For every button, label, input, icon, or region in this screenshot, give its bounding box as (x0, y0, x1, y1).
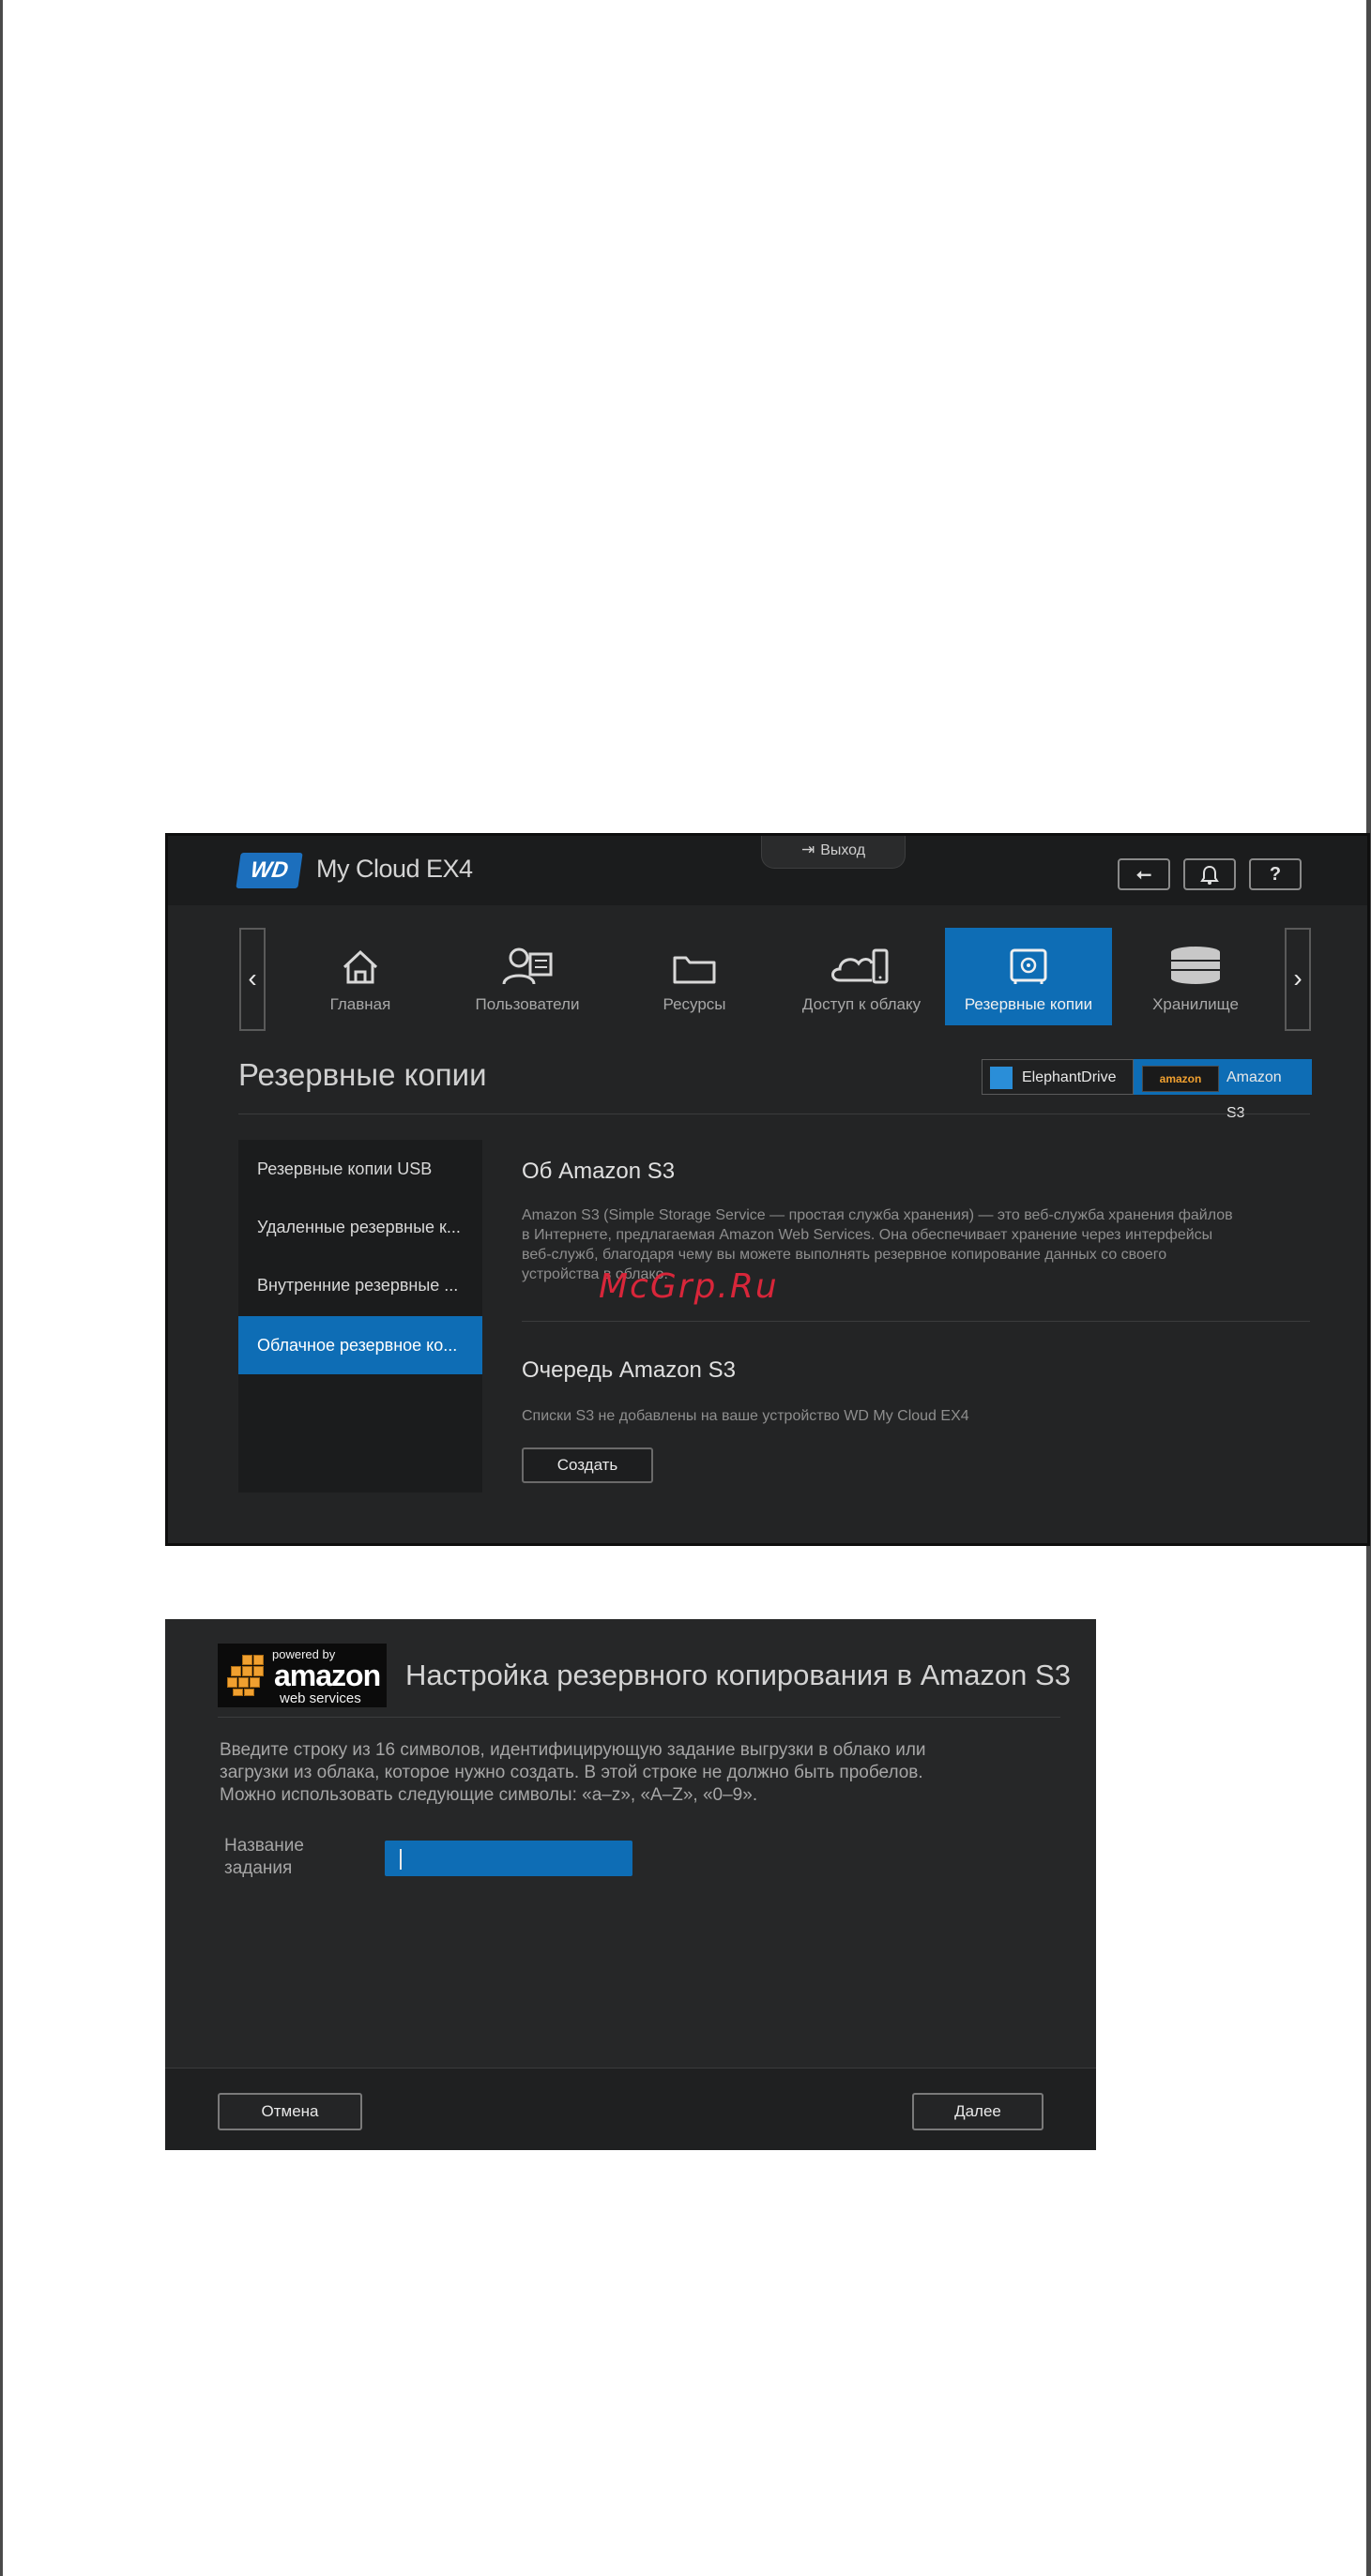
instruction-line: загрузки из облака, которое нужно создат… (220, 1763, 923, 1782)
nav-label-cloud-access: Доступ к облаку (801, 995, 922, 1013)
top-bar: WD My Cloud EX4 ⇥ Выход ⭠ ? (168, 836, 1367, 905)
job-name-input[interactable] (385, 1841, 632, 1876)
usb-button[interactable]: ⭠ (1118, 858, 1170, 890)
cloud-device-icon (831, 948, 889, 984)
nav-prev-button[interactable]: ‹ (239, 928, 266, 1031)
nav-item-cloud-access[interactable]: Доступ к облаку (778, 928, 945, 1025)
app-title: My Cloud EX4 (316, 855, 473, 883)
nav-label-backups: Резервные копии (964, 995, 1093, 1013)
cancel-button[interactable]: Отмена (218, 2093, 362, 2130)
next-button[interactable]: Далее (912, 2093, 1043, 2130)
logout-icon: ⇥ (800, 841, 815, 858)
usb-icon: ⭠ (1136, 864, 1151, 885)
help-icon: ? (1269, 864, 1282, 885)
watermark: McGrp.Ru (599, 1267, 779, 1306)
about-line: Amazon S3 (Simple Storage Service — прос… (522, 1207, 1233, 1223)
aws-amazon-wordmark: amazon (274, 1659, 381, 1692)
side-menu-internal-backups[interactable]: Внутренние резервные ... (238, 1256, 482, 1314)
divider (218, 1717, 1060, 1718)
about-line: в Интернете, предлагаемая Amazon Web Ser… (522, 1227, 1213, 1243)
storage-stack-icon (1171, 947, 1220, 984)
side-menu-cloud-backups[interactable]: Облачное резервное ко... (238, 1316, 482, 1374)
nav-item-shares[interactable]: Ресурсы (611, 928, 778, 1025)
aws-logo: powered by amazon web services (218, 1644, 387, 1707)
tab-elephantdrive[interactable]: ElephantDrive (982, 1059, 1134, 1095)
nav-label-home: Главная (329, 995, 391, 1013)
nav-label-storage: Хранилище (1152, 995, 1239, 1013)
amazon-s3-setup-dialog: powered by amazon web services Настройка… (165, 1619, 1096, 2150)
about-heading: Об Amazon S3 (522, 1159, 676, 1184)
dialog-footer: Отмена Далее (165, 2068, 1096, 2150)
aws-cubes-icon (227, 1655, 267, 1696)
nav-item-storage[interactable]: Хранилище (1112, 928, 1279, 1025)
dialog-instructions: Введите строку из 16 символов, идентифиц… (220, 1739, 1045, 1807)
nav-item-users[interactable]: Пользователи (444, 928, 611, 1025)
aws-web-services: web services (280, 1690, 361, 1706)
page-left-border (0, 0, 3, 2576)
side-menu-remote-backups[interactable]: Удаленные резервные к... (238, 1198, 482, 1256)
nav-item-home[interactable]: Главная (277, 928, 444, 1025)
create-button[interactable]: Создать (522, 1447, 653, 1483)
page-title: Резервные копии (238, 1057, 487, 1092)
queue-heading: Очередь Amazon S3 (522, 1357, 736, 1383)
help-button[interactable]: ? (1249, 858, 1302, 890)
job-name-label: Название задания (224, 1835, 346, 1880)
tab-elephantdrive-label: ElephantDrive (1022, 1069, 1117, 1085)
wd-logo: WD (236, 853, 303, 888)
instruction-line: Можно использовать следующие символы: «a… (220, 1785, 758, 1805)
queue-empty-text: Списки S3 не добавлены на ваше устройств… (522, 1408, 969, 1424)
folder-icon (673, 956, 716, 984)
job-name-label-line: задания (224, 1858, 293, 1878)
bell-icon (1200, 865, 1219, 885)
instruction-line: Введите строку из 16 символов, идентифиц… (220, 1740, 926, 1760)
divider (522, 1321, 1310, 1322)
nav-next-button[interactable]: › (1285, 928, 1311, 1031)
home-icon (343, 949, 378, 984)
elephantdrive-logo-icon (990, 1067, 1013, 1089)
main-nav: ‹ Главная Пользователи Ресурсы Доступ к … (239, 928, 1311, 1031)
chevron-left-icon: ‹ (248, 963, 257, 993)
logout-label: Выход (820, 842, 866, 858)
nav-label-users: Пользователи (475, 995, 580, 1013)
amazon-logo-icon: amazon (1142, 1066, 1219, 1092)
chevron-right-icon: › (1293, 963, 1302, 993)
users-icon (502, 947, 553, 985)
backup-screen: WD My Cloud EX4 ⇥ Выход ⭠ ? ‹ Главная По… (165, 833, 1370, 1546)
nav-item-backups[interactable]: Резервные копии (945, 928, 1112, 1025)
about-line: веб-служб, благодаря чему вы можете выпо… (522, 1247, 1167, 1263)
notifications-button[interactable] (1183, 858, 1236, 890)
backup-side-menu: Резервные копии USB Удаленные резервные … (238, 1140, 482, 1493)
job-name-label-line: Название (224, 1836, 304, 1856)
text-caret (400, 1849, 402, 1870)
safe-icon (1010, 948, 1047, 984)
tab-amazon-s3[interactable]: amazon Amazon S3 (1134, 1059, 1312, 1121)
side-menu-usb-backups[interactable]: Резервные копии USB (238, 1140, 482, 1198)
logout-button[interactable]: ⇥ Выход (761, 836, 906, 869)
dialog-title: Настройка резервного копирования в Amazo… (405, 1659, 1071, 1691)
nav-label-shares: Ресурсы (663, 995, 726, 1013)
